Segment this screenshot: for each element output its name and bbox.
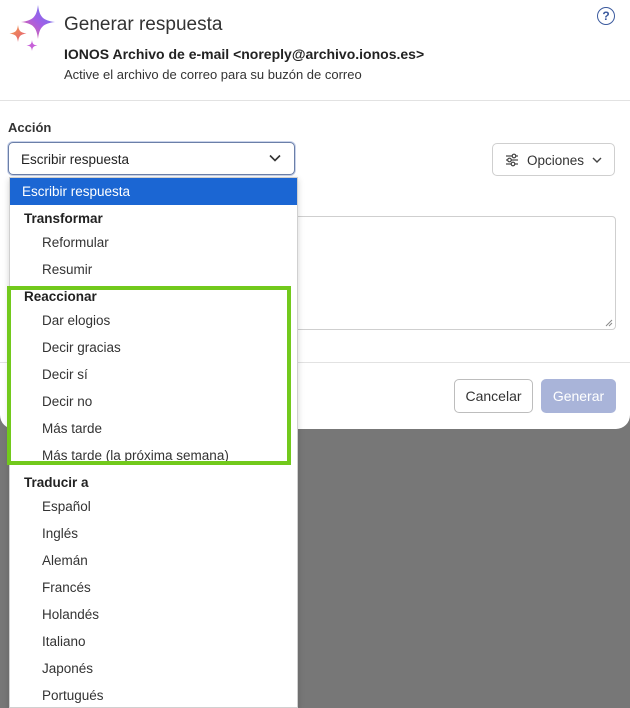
dropdown-option[interactable]: Holandés: [10, 601, 297, 628]
dialog-header: Generar respuesta IONOS Archivo de e-mai…: [0, 0, 630, 101]
dropdown-option[interactable]: Decir no: [10, 388, 297, 415]
chevron-down-icon: [592, 157, 602, 163]
dropdown-option[interactable]: Francés: [10, 574, 297, 601]
dropdown-group-transformar: Transformar: [24, 211, 103, 226]
dropdown-option[interactable]: Japonés: [10, 655, 297, 682]
options-button[interactable]: Opciones: [492, 143, 615, 176]
dropdown-option[interactable]: Resumir: [10, 256, 297, 283]
options-label: Opciones: [527, 153, 585, 168]
action-dropdown-list: Escribir respuesta Transformar Reformula…: [9, 177, 298, 708]
dialog-title: Generar respuesta: [64, 14, 223, 35]
email-sender: IONOS Archivo de e-mail <noreply@archivo…: [64, 46, 425, 62]
email-subject: Active el archivo de correo para su buzó…: [64, 67, 362, 82]
action-select[interactable]: Escribir respuesta: [8, 142, 295, 175]
dropdown-option[interactable]: Decir sí: [10, 361, 297, 388]
cancel-button[interactable]: Cancelar: [454, 379, 533, 413]
sparkles-icon: [9, 5, 55, 51]
sliders-icon: [506, 153, 518, 167]
dropdown-option[interactable]: Italiano: [10, 628, 297, 655]
generate-button[interactable]: Generar: [541, 379, 616, 413]
dropdown-group-traducir: Traducir a: [24, 475, 89, 490]
dropdown-option[interactable]: Decir gracias: [10, 334, 297, 361]
action-select-value: Escribir respuesta: [21, 152, 130, 167]
help-circle-icon[interactable]: ?: [597, 7, 615, 25]
dropdown-option[interactable]: Alemán: [10, 547, 297, 574]
dropdown-option[interactable]: Inglés: [10, 520, 297, 547]
dropdown-option-selected[interactable]: Escribir respuesta: [10, 178, 297, 205]
dropdown-option[interactable]: Dar elogios: [10, 307, 297, 334]
dropdown-group-reaccionar: Reaccionar: [24, 289, 97, 304]
dropdown-option[interactable]: Reformular: [10, 229, 297, 256]
prompt-textarea[interactable]: [290, 216, 616, 330]
resize-handle[interactable]: [605, 319, 613, 327]
dropdown-option[interactable]: Español: [10, 493, 297, 520]
dropdown-option[interactable]: Portugués: [10, 682, 297, 707]
dropdown-option[interactable]: Más tarde (la próxima semana): [10, 442, 297, 469]
dropdown-option[interactable]: Más tarde: [10, 415, 297, 442]
action-label: Acción: [8, 120, 52, 135]
chevron-down-icon: [269, 154, 281, 162]
